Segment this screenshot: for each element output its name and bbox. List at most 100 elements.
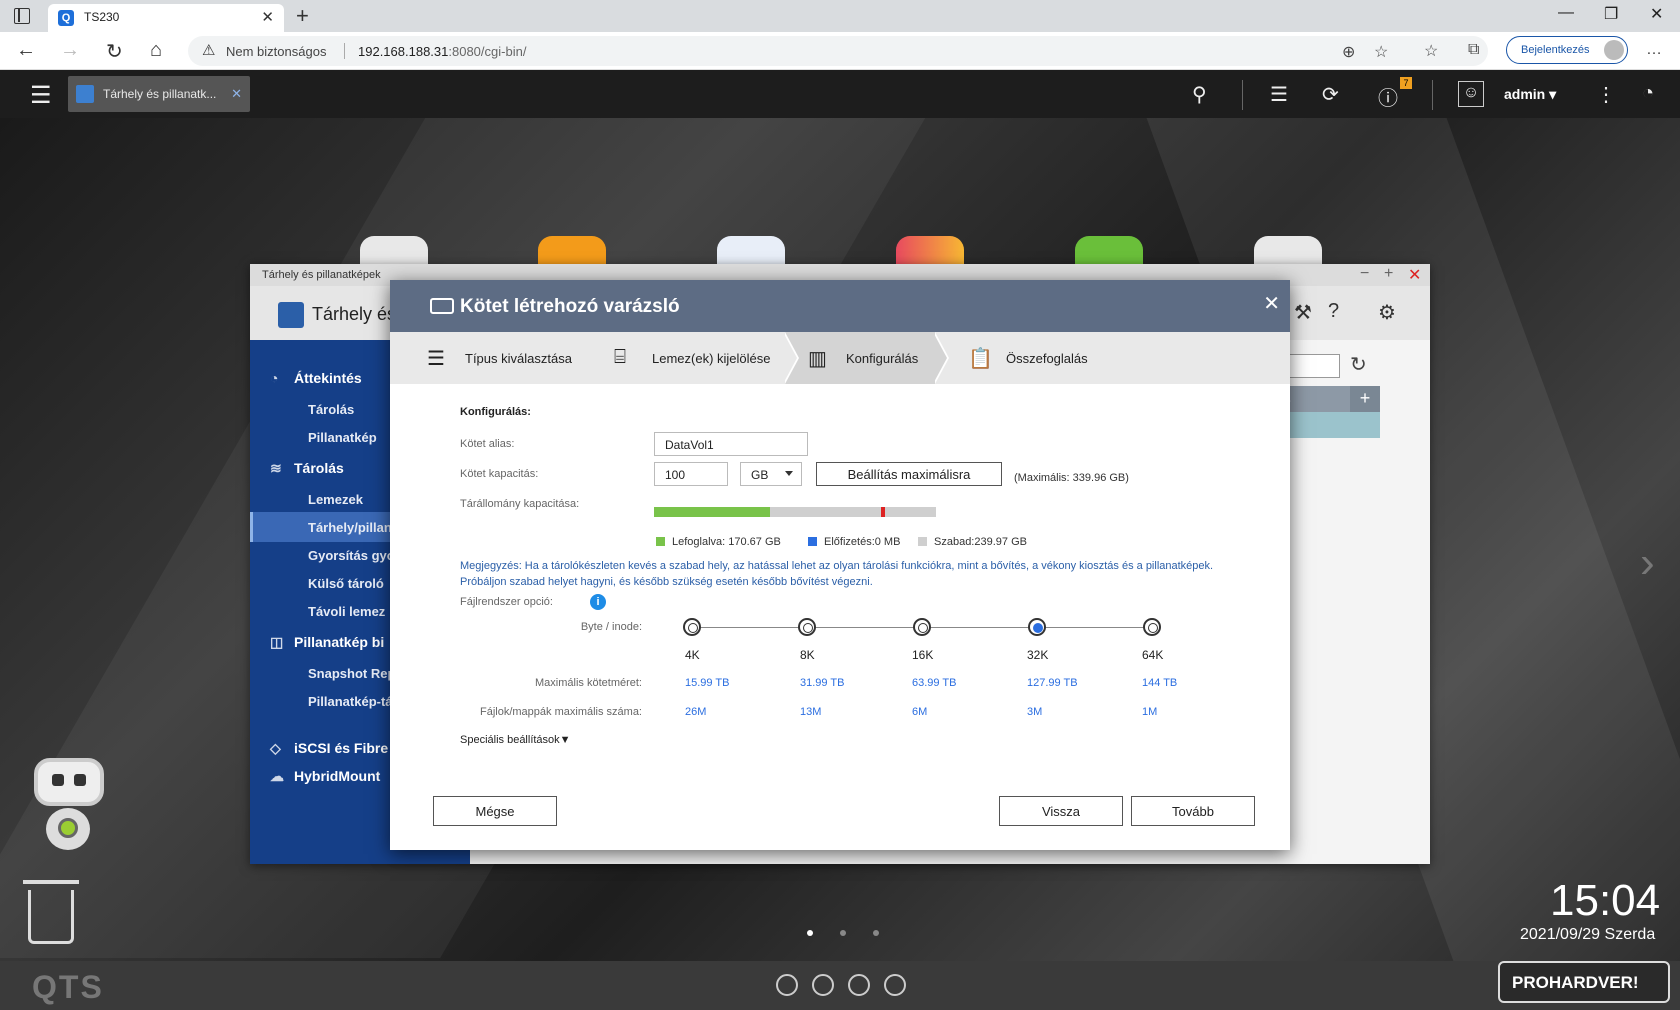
window-close-icon[interactable]: ✕ (1408, 265, 1421, 285)
signin-button[interactable]: Bejelentkezés (1506, 36, 1628, 64)
browser-tab[interactable]: Q TS230 ✕ (48, 4, 284, 32)
user-name: admin (1504, 86, 1546, 102)
more-options-icon[interactable]: ⋮ (1596, 82, 1616, 107)
radio-64k[interactable] (1143, 618, 1161, 636)
radio-32k[interactable] (1028, 618, 1046, 636)
advanced-settings-link[interactable]: Speciális beállítások▼ (460, 734, 571, 746)
max-volume-value: 63.99 TB (912, 677, 957, 689)
sidebar-item-snapshot-vault[interactable]: Pillanatkép-tá (308, 694, 393, 709)
help-icon[interactable]: ? (1328, 300, 1339, 323)
home-icon[interactable]: ⌂ (150, 39, 162, 62)
dock-icon[interactable] (848, 974, 870, 996)
close-tab-icon[interactable]: ✕ (261, 8, 274, 26)
sidebar-group-overview[interactable]: ◔ Áttekintés (270, 370, 362, 386)
sidebar-item-overview-snapshot[interactable]: Pillanatkép (308, 430, 377, 445)
radio-4k[interactable] (683, 618, 701, 636)
window-maximize-icon[interactable]: + (1384, 265, 1393, 283)
add-icon[interactable]: + (1350, 386, 1380, 412)
tab-actions-icon[interactable] (14, 8, 30, 24)
dock-icon[interactable] (812, 974, 834, 996)
max-files-value: 3M (1027, 706, 1043, 718)
window-minimize-icon[interactable]: − (1360, 265, 1369, 283)
desktop-page-dot[interactable] (840, 930, 846, 936)
qboost-robot-icon[interactable] (22, 758, 112, 868)
search-icon[interactable]: ⚲ (1192, 82, 1207, 107)
storage-app-icon[interactable] (717, 236, 785, 266)
minimize-icon[interactable]: — (1558, 4, 1574, 22)
recycle-bin-icon[interactable] (23, 880, 79, 944)
legend-swatch (656, 537, 665, 546)
back-icon[interactable]: ← (16, 39, 36, 62)
app-center-icon[interactable] (896, 236, 964, 266)
user-menu[interactable]: admin ▾ (1504, 86, 1556, 103)
restore-icon[interactable]: ❐ (1604, 4, 1618, 24)
radio-16k[interactable] (913, 618, 931, 636)
refresh-icon[interactable]: ↻ (1350, 352, 1367, 377)
favorites-icon[interactable]: ☆ (1424, 41, 1438, 61)
disk-icon: ⌸ (614, 346, 626, 368)
notifications-icon[interactable]: ⓘ (1378, 82, 1398, 111)
myqnapcloud-icon[interactable] (1254, 236, 1322, 266)
sidebar-item-external[interactable]: Külső tároló (308, 576, 384, 591)
sidebar-item-remote-disk[interactable]: Távoli lemez (308, 604, 385, 619)
sidebar-group-hybridmount[interactable]: ☁ HybridMount (270, 768, 380, 785)
desktop-page-dot[interactable] (873, 930, 879, 936)
main-menu-icon[interactable]: ☰ (30, 81, 52, 110)
taskbar-app-tab[interactable]: Tárhely és pillanatk... ✕ (68, 76, 250, 112)
close-icon[interactable]: ✕ (1263, 291, 1280, 316)
reload-icon[interactable]: ↻ (106, 39, 123, 64)
settings-icon[interactable]: ⚙ (1378, 300, 1396, 325)
step-separator (933, 332, 947, 384)
alias-input[interactable]: DataVol1 (654, 432, 808, 456)
chevron-down-icon (785, 471, 793, 476)
forward-icon[interactable]: → (60, 39, 80, 62)
zoom-icon[interactable]: ⊕ (1342, 42, 1355, 62)
dashboard-icon[interactable]: ◔ (1642, 82, 1654, 105)
set-max-button[interactable]: Beállítás maximálisra (816, 462, 1002, 486)
diagnostics-icon[interactable]: ⚒ (1294, 300, 1312, 325)
cloud-icon: ☁ (270, 768, 284, 784)
sidebar-group-label: iSCSI és Fibre (294, 740, 389, 756)
sidebar-item-overview-storage[interactable]: Tárolás (308, 402, 354, 417)
robot-eye (74, 774, 86, 786)
user-icon[interactable]: ☺ (1458, 81, 1484, 107)
add-favorite-icon[interactable]: ☆ (1374, 42, 1388, 62)
url-text: 192.168.188.31:8080/cgi-bin/ (358, 44, 526, 59)
collections-icon[interactable]: ⧉ (1468, 41, 1479, 59)
back-button[interactable]: Vissza (999, 796, 1123, 826)
more-icon[interactable]: … (1646, 41, 1662, 59)
info-icon[interactable]: i (590, 594, 606, 610)
help-center-icon[interactable] (1075, 236, 1143, 266)
url-field[interactable]: ⚠ Nem biztonságos 192.168.188.31:8080/cg… (188, 36, 1488, 66)
dock-icon[interactable] (884, 974, 906, 996)
database-icon: ≋ (270, 460, 282, 476)
background-tasks-icon[interactable]: ☰ (1270, 82, 1288, 107)
close-app-tab-icon[interactable]: ✕ (231, 86, 242, 102)
security-status: Nem biztonságos (226, 44, 327, 59)
sidebar-group-iscsi[interactable]: ◇ iSCSI és Fibre (270, 740, 388, 757)
radio-8k[interactable] (798, 618, 816, 636)
browser-tab-bar: Q TS230 ✕ + — ❐ ✕ (0, 0, 1680, 32)
sidebar-item-disks[interactable]: Lemezek (308, 492, 363, 507)
file-station-icon[interactable] (538, 236, 606, 266)
new-tab-icon[interactable]: + (296, 3, 309, 29)
capacity-input[interactable]: 100 (654, 462, 728, 486)
settings-app-icon[interactable] (360, 236, 428, 266)
sidebar-group-storage[interactable]: ≋ Tárolás (270, 460, 344, 477)
next-button[interactable]: Tovább (1131, 796, 1255, 826)
desktop-page-dot[interactable] (807, 930, 813, 936)
sidebar-item-snapshot-replica[interactable]: Snapshot Rep (308, 666, 395, 681)
sidebar-item-storage-pools[interactable]: Tárhely/pillana (308, 520, 399, 535)
window-close-icon[interactable]: ✕ (1650, 4, 1663, 24)
robot-eye (52, 774, 64, 786)
next-desktop-icon[interactable]: › (1640, 538, 1655, 588)
external-devices-icon[interactable]: ⟳ (1322, 82, 1339, 107)
capacity-unit-select[interactable]: GB (740, 462, 802, 486)
sidebar-item-cache[interactable]: Gyorsítás gyo (308, 548, 395, 563)
dock-icon[interactable] (776, 974, 798, 996)
sidebar-group-snapshot[interactable]: ◫ Pillanatkép bi (270, 634, 384, 651)
inode-label: Byte / inode: (580, 621, 642, 633)
max-volume-value: 15.99 TB (685, 677, 730, 689)
storage-logo-icon (278, 302, 304, 328)
cancel-button[interactable]: Mégse (433, 796, 557, 826)
